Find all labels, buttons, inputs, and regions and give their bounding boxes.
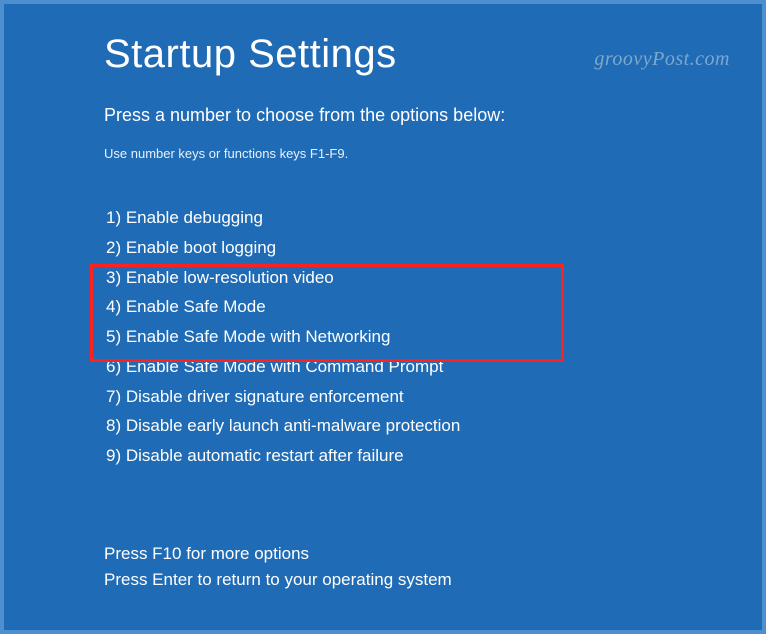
option-disable-driver-signature[interactable]: 7) Disable driver signature enforcement (104, 382, 662, 412)
option-enable-debugging[interactable]: 1) Enable debugging (104, 203, 662, 233)
option-enable-safe-mode-networking[interactable]: 5) Enable Safe Mode with Networking (104, 322, 662, 352)
option-enable-safe-mode[interactable]: 4) Enable Safe Mode (104, 292, 662, 322)
page-title: Startup Settings (104, 32, 662, 77)
option-enable-safe-mode-command-prompt[interactable]: 6) Enable Safe Mode with Command Prompt (104, 352, 662, 382)
option-disable-auto-restart[interactable]: 9) Disable automatic restart after failu… (104, 441, 662, 471)
footer-more-options: Press F10 for more options (104, 541, 662, 567)
key-hint-text: Use number keys or functions keys F1-F9. (104, 146, 662, 161)
startup-settings-screen: Startup Settings Press a number to choos… (4, 4, 762, 593)
option-disable-anti-malware[interactable]: 8) Disable early launch anti-malware pro… (104, 411, 662, 441)
option-enable-boot-logging[interactable]: 2) Enable boot logging (104, 233, 662, 263)
footer-return: Press Enter to return to your operating … (104, 567, 662, 593)
footer-instructions: Press F10 for more options Press Enter t… (104, 541, 662, 594)
startup-options-list: 1) Enable debugging 2) Enable boot loggi… (104, 203, 662, 471)
watermark-text: groovyPost.com (594, 48, 730, 71)
instruction-text: Press a number to choose from the option… (104, 105, 662, 126)
option-enable-low-resolution-video[interactable]: 3) Enable low-resolution video (104, 263, 662, 293)
